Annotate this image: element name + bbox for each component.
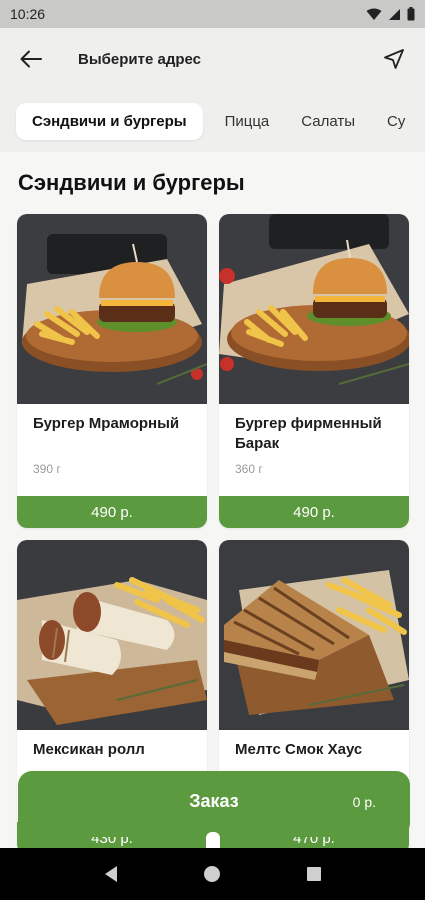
tab-sandwiches-burgers[interactable]: Сэндвичи и бургеры <box>16 102 203 140</box>
signal-icon <box>389 8 400 20</box>
tab-salads[interactable]: Салаты <box>285 103 371 140</box>
product-weight: 390 г <box>33 462 61 476</box>
battery-icon <box>407 7 415 21</box>
price-button[interactable]: 490 р. <box>17 496 207 528</box>
location-button[interactable] <box>377 42 411 76</box>
product-weight: 360 г <box>235 462 263 476</box>
wifi-icon <box>366 8 382 20</box>
product-name: Бургер Мраморный <box>33 415 180 432</box>
order-button[interactable]: Заказ 0 р. <box>18 771 410 837</box>
product-name: Бургер фирменный Барак <box>235 415 382 452</box>
back-button[interactable] <box>14 42 48 76</box>
tab-soups[interactable]: Су <box>371 103 421 140</box>
system-navigation-bar <box>0 848 425 900</box>
square-recents-icon <box>307 867 322 881</box>
menu-content: Сэндвичи и бургеры Бургер Мраморный 390 … <box>0 152 425 848</box>
navigation-arrow-icon <box>384 49 404 69</box>
arrow-left-icon <box>20 50 42 68</box>
tab-pizza[interactable]: Пицца <box>209 103 286 140</box>
circle-home-icon <box>204 866 221 882</box>
burger-with-fries-photo <box>17 214 207 404</box>
address-selector[interactable]: Выберите адрес <box>78 51 377 68</box>
section-title: Сэндвичи и бургеры <box>18 170 245 195</box>
product-name: Мексикан ролл <box>33 741 145 758</box>
price-button[interactable]: 490 р. <box>219 496 409 528</box>
app-bar: Выберите адрес <box>0 28 425 90</box>
category-tabs: Сэндвичи и бургеры Пицца Салаты Су <box>0 90 425 152</box>
system-back-button[interactable] <box>91 854 131 894</box>
triangle-back-icon <box>104 866 117 882</box>
product-card[interactable]: Бургер Мраморный 390 г 490 р. <box>17 214 207 528</box>
order-total: 0 р. <box>352 794 376 810</box>
order-label: Заказ <box>189 791 239 811</box>
product-name: Мелтс Смок Хаус <box>235 741 363 758</box>
status-bar: 10:26 <box>0 0 425 28</box>
status-time: 10:26 <box>10 6 46 22</box>
status-icons <box>366 7 415 21</box>
system-home-button[interactable] <box>192 854 232 894</box>
wrap-roll-with-fries-photo <box>17 540 207 730</box>
product-card[interactable]: Бургер фирменный Барак 360 г 490 р. <box>219 214 409 528</box>
grilled-sandwich-with-fries-photo <box>219 540 409 730</box>
system-recents-button[interactable] <box>294 854 334 894</box>
burger-with-fries-photo <box>219 214 409 404</box>
